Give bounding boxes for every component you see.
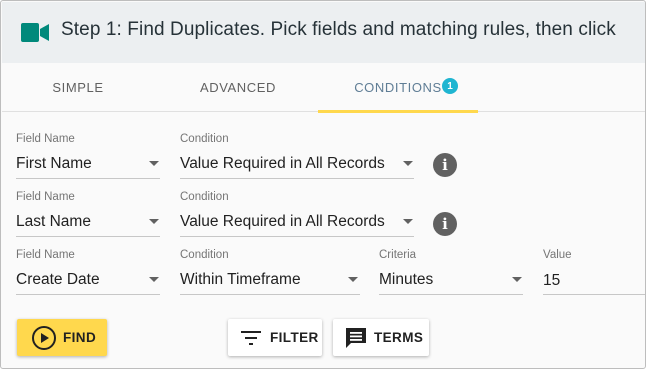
field-underline: [180, 294, 360, 295]
comment-icon: [346, 327, 366, 348]
tab-simple[interactable]: SIMPLE: [2, 63, 154, 112]
condition-label: Condition: [180, 249, 229, 261]
tab-bar: SIMPLE ADVANCED CONDITIONS: [2, 63, 645, 113]
field-name-value: First Name: [16, 155, 92, 172]
condition-value: Within Timeframe: [180, 271, 301, 288]
filter-button[interactable]: FILTER: [228, 319, 322, 356]
info-icon[interactable]: i: [433, 212, 457, 236]
tab-advanced-label: ADVANCED: [199, 80, 277, 95]
field-name-label: Field Name: [16, 133, 75, 145]
tab-simple-label: SIMPLE: [52, 80, 104, 95]
field-name-label: Field Name: [16, 249, 75, 261]
criteria-value: Minutes: [379, 271, 434, 288]
dropdown-arrow-icon: [403, 219, 413, 224]
step-title: Step 1: Find Duplicates. Pick fields and…: [61, 19, 616, 40]
conditions-count-badge: 1: [442, 78, 458, 94]
filter-button-label: FILTER: [270, 330, 319, 345]
field-underline: [16, 236, 160, 237]
video-camera-icon: [21, 23, 49, 42]
field-underline: [16, 178, 160, 179]
condition-label: Condition: [180, 133, 229, 145]
value-input-text: 15: [543, 272, 561, 289]
criteria-label: Criteria: [379, 249, 417, 261]
dropdown-arrow-icon: [348, 277, 358, 282]
info-icon[interactable]: i: [433, 153, 457, 177]
tab-advanced[interactable]: ADVANCED: [162, 63, 314, 112]
active-tab-indicator: [318, 110, 478, 113]
dropdown-arrow-icon: [512, 277, 522, 282]
dropdown-arrow-icon: [149, 277, 159, 282]
field-name-value: Create Date: [16, 271, 100, 288]
terms-button[interactable]: TERMS: [333, 319, 429, 356]
find-button-label: FIND: [63, 330, 97, 345]
field-name-value: Last Name: [16, 213, 91, 230]
dropdown-arrow-icon: [149, 161, 159, 166]
terms-button-label: TERMS: [374, 330, 424, 345]
field-underline: [16, 294, 160, 295]
condition-value: Value Required in All Records: [180, 155, 385, 172]
field-underline: [180, 236, 414, 237]
tab-conditions-label: CONDITIONS: [354, 80, 442, 95]
filter-list-icon: [241, 330, 261, 345]
dropdown-arrow-icon: [403, 161, 413, 166]
find-duplicates-panel: Step 1: Find Duplicates. Pick fields and…: [0, 0, 646, 369]
dropdown-arrow-icon: [149, 219, 159, 224]
find-button[interactable]: FIND: [17, 319, 107, 356]
field-name-label: Field Name: [16, 191, 75, 203]
value-label: Value: [543, 249, 572, 261]
condition-label: Condition: [180, 191, 229, 203]
condition-value: Value Required in All Records: [180, 213, 385, 230]
field-underline: [543, 294, 645, 295]
play-circle-icon: [32, 325, 56, 350]
field-underline: [379, 294, 523, 295]
step-header: Step 1: Find Duplicates. Pick fields and…: [2, 2, 645, 63]
field-underline: [180, 178, 414, 179]
